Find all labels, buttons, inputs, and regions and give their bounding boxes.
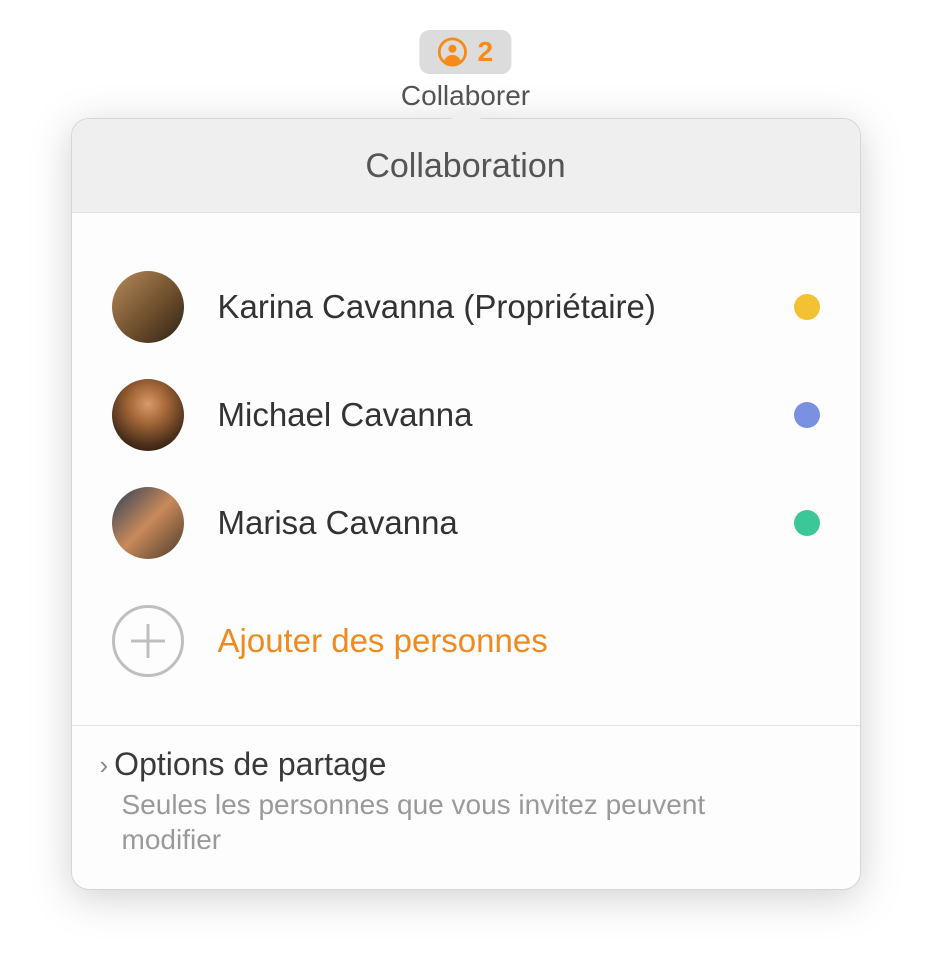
collaboration-popover: Collaboration Karina Cavanna (Propriétai… <box>71 118 861 890</box>
popover-title: Collaboration <box>72 147 860 186</box>
toolbar-collaborate-group: 2 Collaborer <box>401 30 530 112</box>
presence-dot-icon <box>794 402 820 428</box>
people-list: Karina Cavanna (Propriétaire) Michael Ca… <box>72 213 860 725</box>
collaboration-popover-wrap: Collaboration Karina Cavanna (Propriétai… <box>71 118 861 890</box>
share-options-head: › Options de partage <box>100 746 832 783</box>
person-name: Karina Cavanna (Propriétaire) <box>218 288 780 326</box>
collaborator-count: 2 <box>477 36 493 68</box>
presence-dot-icon <box>794 510 820 536</box>
person-name: Marisa Cavanna <box>218 504 780 542</box>
popover-header: Collaboration <box>72 119 860 213</box>
chevron-right-icon: › <box>100 752 109 778</box>
popover-arrow-icon <box>448 104 484 122</box>
share-options-row[interactable]: › Options de partage Seules les personne… <box>72 725 860 889</box>
person-row-marisa[interactable]: Marisa Cavanna <box>112 469 820 577</box>
presence-dot-icon <box>794 294 820 320</box>
avatar <box>112 487 184 559</box>
add-people-button[interactable]: Ajouter des personnes <box>112 577 820 695</box>
avatar <box>112 379 184 451</box>
share-options-description: Seules les personnes que vous invitez pe… <box>122 787 762 857</box>
share-options-title: Options de partage <box>114 746 386 783</box>
plus-circle-icon <box>112 605 184 677</box>
add-people-label: Ajouter des personnes <box>218 622 548 660</box>
collaborate-button[interactable]: 2 <box>419 30 511 74</box>
person-row-karina[interactable]: Karina Cavanna (Propriétaire) <box>112 253 820 361</box>
person-name: Michael Cavanna <box>218 396 780 434</box>
person-circle-icon <box>437 37 467 67</box>
avatar <box>112 271 184 343</box>
person-row-michael[interactable]: Michael Cavanna <box>112 361 820 469</box>
